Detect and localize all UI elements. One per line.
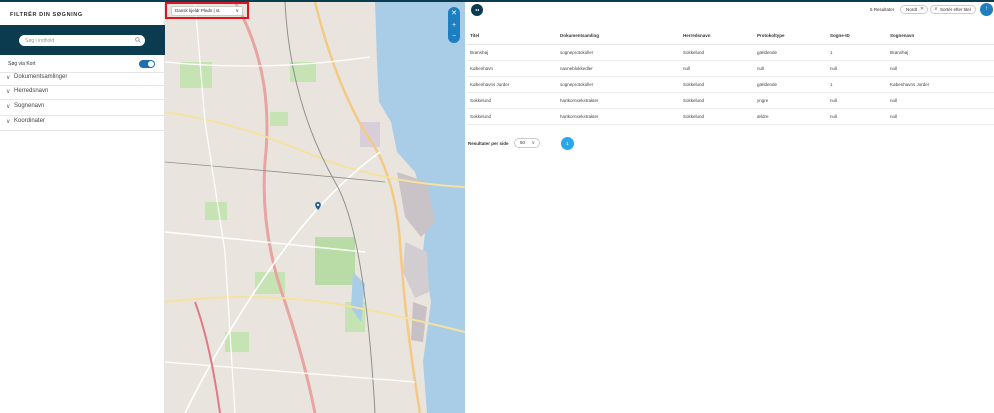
per-page-select[interactable]: 50 ∨ <box>514 138 540 148</box>
map-view[interactable]: Dansk kjeldr Plads | st. ∨ ✕ + − <box>165 2 465 413</box>
per-page-value: 50 <box>520 140 526 145</box>
column-header[interactable]: Sogne-ID <box>830 28 890 45</box>
table-cell: navneblokkedler <box>560 60 683 77</box>
accordion-label: Herredsnavn <box>14 88 49 94</box>
sidebar-title: FILTRÉR DIN SØGNING <box>10 12 83 18</box>
table-cell: null <box>757 60 830 77</box>
divider <box>0 130 165 131</box>
table-cell: yngre <box>757 92 830 109</box>
filter-chip-label: Nordt <box>906 7 918 12</box>
map-toolbar: ✕ + − <box>448 7 460 43</box>
table-cell: Sokkelund <box>683 44 757 61</box>
accordion-dokumentsamlinger[interactable]: ∨ Dokumentsamlinger <box>0 73 165 83</box>
column-header[interactable]: Titel <box>466 28 560 45</box>
table-cell: null <box>830 92 890 109</box>
zoom-in-icon[interactable]: + <box>448 22 460 29</box>
table-cell: Brønshøj <box>466 44 560 61</box>
results-panel: ◂◂ 5 Resultater Nordt ✕ ∨ Sortér efter t… <box>466 2 994 413</box>
table-cell: null <box>830 108 890 125</box>
table-cell: null <box>830 60 890 77</box>
chevron-down-icon: ∨ <box>531 140 535 146</box>
divider <box>0 85 165 86</box>
search-icon[interactable] <box>135 37 141 43</box>
sort-icon: ∨ <box>934 6 938 12</box>
table-cell: Københavns Jorder <box>466 76 560 93</box>
filter-sidebar: FILTRÉR DIN SØGNING Søg via Kort ∨ Dokum… <box>0 2 165 413</box>
table-cell: null <box>683 60 757 77</box>
chevron-down-icon: ∨ <box>6 104 11 110</box>
accordion-label: Sognenavn <box>14 103 45 109</box>
sort-select[interactable]: ∨ Sortér efter titel <box>930 5 976 14</box>
table-cell: null <box>890 92 994 109</box>
accordion-label: Koordinater <box>14 118 46 124</box>
page-button-1[interactable]: 1 <box>561 137 574 150</box>
table-row[interactable]: Sokkelund hartkornsekstrakter Sokkelund … <box>466 92 994 109</box>
table-cell: gældende <box>757 76 830 93</box>
accordion-label: Dokumentsamlinger <box>14 74 68 80</box>
table-cell: 1 <box>830 76 890 93</box>
divider <box>0 115 165 116</box>
chevron-down-icon: ∨ <box>6 119 11 125</box>
table-cell: Brønshøj <box>890 44 994 61</box>
scroll-up-button[interactable]: ↑ <box>980 3 993 16</box>
table-header-row: Titel Dokumentsamling Herredsnavn Protok… <box>466 28 994 45</box>
toggle-knob <box>148 61 154 67</box>
column-header[interactable]: Herredsnavn <box>683 28 757 45</box>
table-row[interactable]: København navneblokkedler null null null… <box>466 60 994 77</box>
app: FILTRÉR DIN SØGNING Søg via Kort ∨ Dokum… <box>0 0 994 413</box>
table-cell: Sokkelund <box>683 92 757 109</box>
column-header[interactable]: Dokumentsamling <box>560 28 683 45</box>
sidebar-search-bar <box>0 25 165 55</box>
table-cell: sogneprotokoller <box>560 44 683 61</box>
close-icon[interactable]: ✕ <box>448 10 460 17</box>
table-cell: Sokkelund <box>466 108 560 125</box>
chevron-down-icon: ∨ <box>6 75 11 81</box>
table-cell: gældende <box>757 44 830 61</box>
table-cell: ældre <box>757 108 830 125</box>
results-table: Titel Dokumentsamling Herredsnavn Protok… <box>466 28 994 125</box>
table-cell: null <box>890 60 994 77</box>
highlight-box <box>165 2 249 19</box>
map-search-toggle-row: Søg via Kort <box>0 59 165 69</box>
map-search-toggle[interactable] <box>139 60 155 68</box>
per-page-label: Resultater per side <box>468 141 509 146</box>
table-cell: hartkornsekstrakter <box>560 92 683 109</box>
divider <box>0 99 165 100</box>
filter-chip[interactable]: Nordt ✕ <box>900 5 929 14</box>
table-cell: Sokkelund <box>683 76 757 93</box>
column-header[interactable]: Protokoltype <box>757 28 830 45</box>
result-count: 5 Resultater <box>870 7 895 12</box>
table-cell: null <box>890 108 994 125</box>
table-row[interactable]: Københavns Jorder sogneprotokoller Sokke… <box>466 76 994 93</box>
table-cell: Sokkelund <box>466 92 560 109</box>
search-input[interactable] <box>19 35 145 46</box>
accordion-herredsnavn[interactable]: ∨ Herredsnavn <box>0 87 165 97</box>
table-cell: hartkornsekstrakter <box>560 108 683 125</box>
table-cell: København <box>466 60 560 77</box>
close-icon[interactable]: ✕ <box>920 6 924 13</box>
accordion-sognenavn[interactable]: ∨ Sognenavn <box>0 102 165 112</box>
chevron-down-icon: ∨ <box>6 89 11 95</box>
sort-select-label: Sortér efter titel <box>940 7 971 12</box>
accordion-koordinater[interactable]: ∨ Koordinater <box>0 117 165 127</box>
zoom-out-icon[interactable]: − <box>448 33 460 40</box>
table-row[interactable]: Sokkelund hartkornsekstrakter Sokkelund … <box>466 108 994 125</box>
table-cell: sogneprotokoller <box>560 76 683 93</box>
table-cell: Københavns Jorder <box>890 76 994 93</box>
table-cell: 1 <box>830 44 890 61</box>
table-cell: Sokkelund <box>683 108 757 125</box>
map-search-toggle-label: Søg via Kort <box>8 61 36 67</box>
column-header[interactable]: Sognenavn <box>890 28 994 45</box>
back-button[interactable]: ◂◂ <box>471 4 483 16</box>
table-row[interactable]: Brønshøj sogneprotokoller Sokkelund gæld… <box>466 44 994 61</box>
map-marker-icon[interactable] <box>315 202 321 210</box>
